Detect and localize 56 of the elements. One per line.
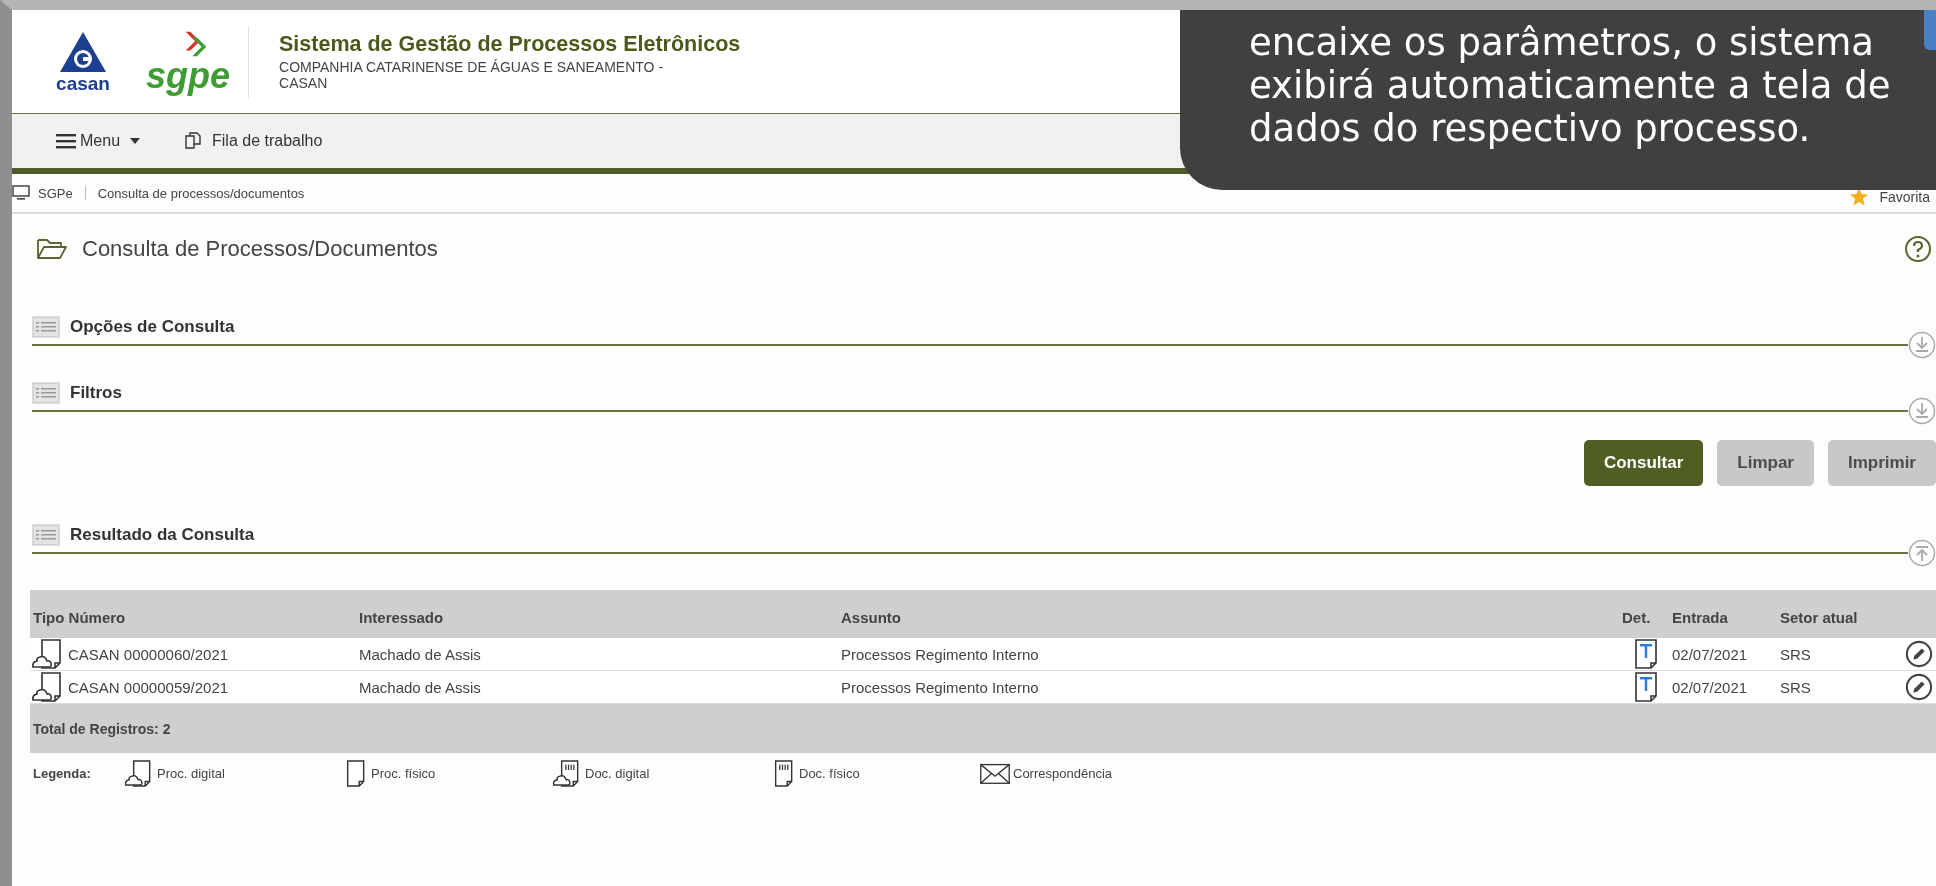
table-cell-text: 02/07/2021 xyxy=(1671,645,1749,663)
list-icon xyxy=(32,316,60,338)
section-title: Resultado da Consulta xyxy=(70,525,255,545)
record-count: Total de Registros: 2 xyxy=(32,720,171,737)
tooltip-text: encaixe os parâmetros, o sistema exibirá automaticamente a tela de dados do respectivo processo. xyxy=(1249,21,1892,150)
monitor-icon xyxy=(12,185,30,201)
table-cell-text: Processos Regimento Interno xyxy=(840,678,1040,696)
legend-label: Proc. físico xyxy=(371,765,436,781)
action-button[interactable]: Limpar xyxy=(1717,440,1814,486)
column-header: Assunto xyxy=(840,609,902,628)
table-cell-text: SRS xyxy=(1779,678,1812,696)
table-cell-text: 02/07/2021 xyxy=(1671,678,1749,696)
folder-icon xyxy=(36,237,68,261)
table-cell-text: Processos Regimento Interno xyxy=(840,645,1040,663)
section-title: Opções de Consulta xyxy=(70,317,235,337)
legend-label: Doc. digital xyxy=(585,765,650,781)
brand-text: sgpe xyxy=(146,57,231,94)
work-queue-button[interactable]: Fila de trabalho xyxy=(184,132,323,150)
edit-icon[interactable] xyxy=(1905,640,1933,668)
list-icon xyxy=(32,524,60,546)
column-header: Tipo Número xyxy=(32,609,127,628)
system-title: Sistema de Gestão de Processos Eletrônicos xyxy=(279,32,741,57)
logo-text: casan xyxy=(56,73,110,94)
company-name: COMPANHIA CATARINENSE DE ÁGUAS E SANEAMENTO - CASAN xyxy=(279,59,665,91)
text-document-icon[interactable] xyxy=(1634,672,1657,702)
column-header: Interessado xyxy=(358,609,445,628)
menu-button[interactable]: Menu xyxy=(56,132,141,150)
table-cell-text: SRS xyxy=(1779,645,1812,663)
table-cell-text: Machado de Assis xyxy=(358,678,482,696)
search-button[interactable]: Consultar xyxy=(1583,440,1704,486)
caret-icon xyxy=(130,138,141,144)
star-icon xyxy=(1849,187,1870,207)
text-document-icon[interactable] xyxy=(1634,639,1657,669)
section-header[interactable]: Resultado da Consulta xyxy=(32,524,1908,554)
column-header: Setor atual xyxy=(1779,609,1859,628)
section-header[interactable]: Filtros xyxy=(32,382,1908,412)
help-icon[interactable] xyxy=(1904,235,1932,263)
legend-label: Proc. digital xyxy=(157,765,225,781)
page-title: Consulta de Processos/Documentos xyxy=(82,236,438,262)
menu-icon xyxy=(56,133,76,149)
legend-label: Correspondência xyxy=(1013,765,1112,781)
legend-label: Legenda: xyxy=(32,765,92,781)
legend-label: Doc. físico xyxy=(799,765,860,781)
breadcrumb-link[interactable]: Consulta de processos/documentos xyxy=(97,185,305,201)
column-header: Entrada xyxy=(1671,609,1729,628)
copy-icon xyxy=(184,132,203,150)
section-title: Filtros xyxy=(70,383,122,403)
list-icon xyxy=(32,382,60,404)
table-cell: CASAN 00000059/2021 xyxy=(68,678,229,696)
column-header: Det. xyxy=(1622,609,1652,628)
table-cell-text: Machado de Assis xyxy=(358,645,482,663)
section-header[interactable]: Opções de Consulta xyxy=(32,316,1908,346)
edit-icon[interactable] xyxy=(1905,673,1933,701)
table-cell: CASAN 00000060/2021 xyxy=(68,645,229,663)
breadcrumb-link[interactable]: SGPe xyxy=(38,185,73,201)
action-button[interactable]: Imprimir xyxy=(1827,440,1936,486)
